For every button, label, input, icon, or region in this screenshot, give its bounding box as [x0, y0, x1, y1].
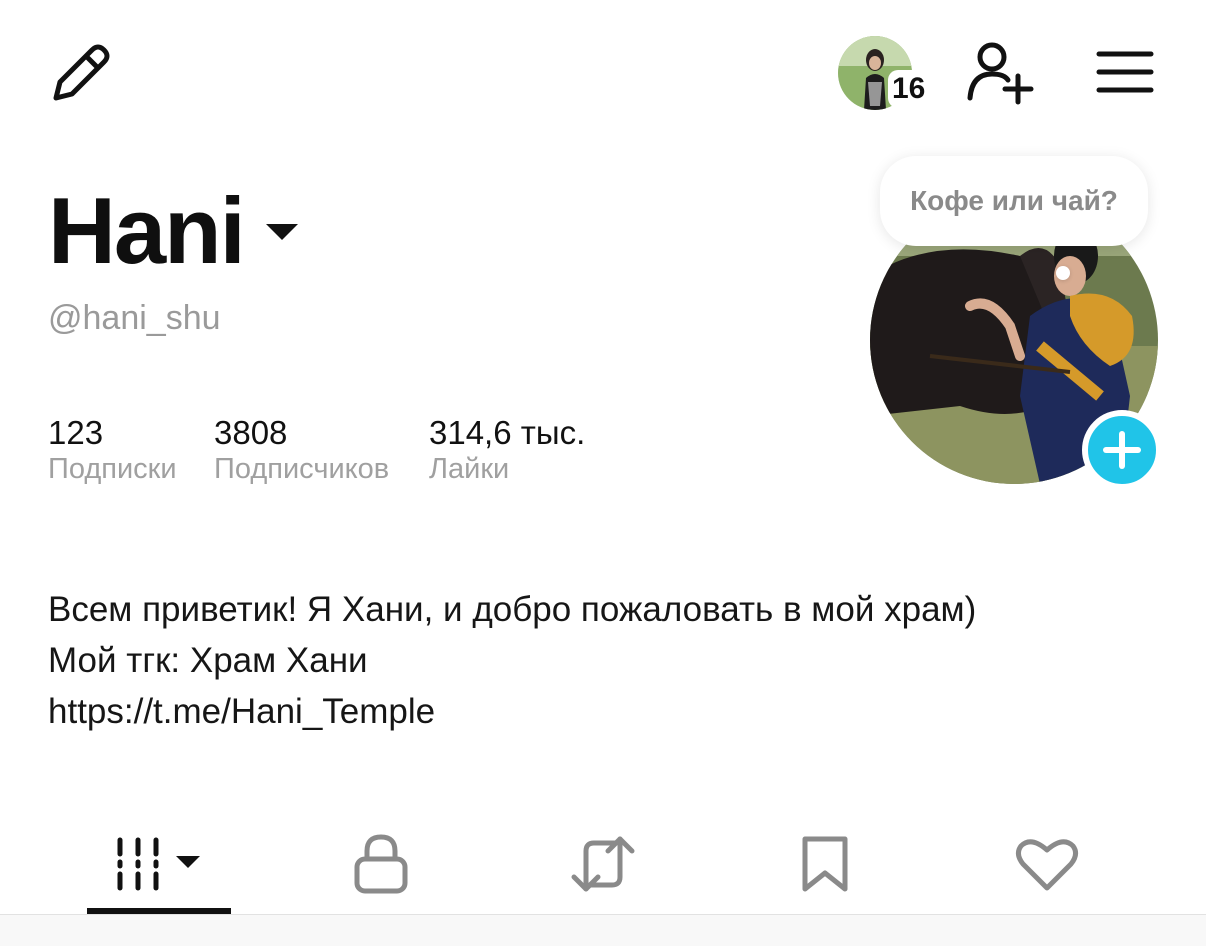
- story-count-badge: 16: [888, 70, 930, 108]
- tab-videos[interactable]: [87, 812, 231, 916]
- note-bubble-tail: [1056, 266, 1070, 280]
- profile-tabs: [0, 812, 1206, 916]
- likes-count: 314,6 тыс.: [429, 414, 586, 451]
- stories-avatar-button[interactable]: 16: [838, 36, 934, 112]
- followers-count: 3808: [214, 414, 288, 451]
- tab-reposts[interactable]: [542, 812, 664, 916]
- add-story-button[interactable]: [1082, 410, 1162, 490]
- tab-saved[interactable]: [764, 812, 886, 916]
- add-user-icon: [967, 42, 1034, 105]
- edit-profile-button[interactable]: [48, 40, 114, 106]
- likes-stat[interactable]: 314,6 тыс. Лайки: [429, 414, 585, 486]
- heart-icon: [1015, 839, 1079, 891]
- following-count: 123: [48, 414, 104, 451]
- hamburger-menu-icon: [1096, 51, 1154, 93]
- profile-bio: Всем приветик! Я Хани, и добро пожаловат…: [48, 584, 976, 737]
- tab-private[interactable]: [320, 812, 442, 916]
- content-area: [0, 915, 1206, 946]
- account-switcher-button[interactable]: [264, 218, 300, 246]
- bio-line: Мой тгк: Храм Хани: [48, 641, 368, 680]
- bio-link[interactable]: https://t.me/Hani_Temple: [48, 686, 976, 737]
- pencil-icon: [53, 44, 110, 101]
- plus-icon: [1103, 431, 1141, 469]
- add-friends-button[interactable]: [964, 40, 1034, 106]
- bookmark-icon: [802, 836, 848, 892]
- profile-username: @hani_shu: [48, 299, 221, 337]
- repost-icon: [571, 836, 635, 892]
- followers-label: Подписчиков: [214, 453, 390, 485]
- videos-grid-icon: [117, 837, 200, 891]
- profile-note-bubble[interactable]: Кофе или чай?: [880, 156, 1148, 246]
- bio-line: Всем приветик! Я Хани, и добро пожаловат…: [48, 590, 977, 629]
- menu-button[interactable]: [1096, 48, 1154, 96]
- likes-label: Лайки: [429, 453, 510, 485]
- caret-down-icon: [266, 224, 298, 240]
- profile-display-name: Hani: [48, 178, 246, 283]
- tab-liked[interactable]: [986, 812, 1108, 916]
- following-stat[interactable]: 123 Подписки: [48, 414, 177, 486]
- following-label: Подписки: [48, 453, 177, 485]
- lock-icon: [354, 834, 408, 894]
- followers-stat[interactable]: 3808 Подписчиков: [214, 414, 389, 486]
